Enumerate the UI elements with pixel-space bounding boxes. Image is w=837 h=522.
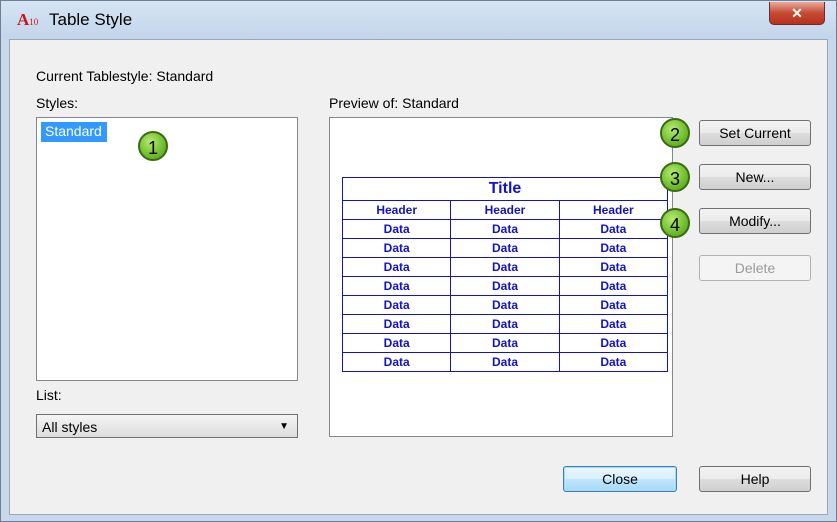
preview-table-cell: Data bbox=[558, 238, 669, 258]
styles-label: Styles: bbox=[36, 95, 79, 111]
close-window-button[interactable]: ✕ bbox=[769, 2, 825, 25]
preview-table-cell: Data bbox=[450, 219, 560, 239]
preview-table: Title Header Header Header Data Data Data D… bbox=[341, 177, 669, 372]
preview-table-row: Data Data Data bbox=[341, 219, 669, 239]
preview-table-cell: Data bbox=[558, 219, 669, 239]
callout-marker-3: 3 bbox=[660, 162, 690, 192]
preview-table-cell: Data bbox=[450, 314, 560, 334]
preview-table-cell: Data bbox=[450, 333, 560, 353]
new-button[interactable]: New... bbox=[699, 164, 811, 190]
window-title: Table Style bbox=[49, 10, 133, 29]
preview-table-cell: Data bbox=[450, 276, 560, 296]
preview-table-cell: Data bbox=[450, 257, 560, 277]
list-filter-value: All styles bbox=[42, 419, 98, 435]
title-bar[interactable]: A10 Table Style ✕ bbox=[1, 1, 836, 39]
preview-label: Preview of: Standard bbox=[329, 95, 459, 111]
preview-table-row: Data Data Data bbox=[341, 314, 669, 334]
preview-table-header: Header bbox=[341, 200, 452, 220]
preview-pane: Title Header Header Header Data Data Data D… bbox=[329, 117, 673, 437]
autocad-icon: A10 bbox=[17, 10, 39, 29]
table-style-dialog: A10 Table Style ✕ Current Tablestyle: St… bbox=[0, 0, 837, 522]
preview-table-cell: Data bbox=[341, 219, 452, 239]
preview-table-cell: Data bbox=[558, 352, 669, 372]
preview-table-cell: Data bbox=[341, 314, 452, 334]
preview-table-cell: Data bbox=[450, 352, 560, 372]
chevron-down-icon: ▼ bbox=[279, 421, 289, 432]
preview-table-row: Data Data Data bbox=[341, 257, 669, 277]
preview-table-row: Data Data Data bbox=[341, 276, 669, 296]
preview-table-header: Header bbox=[450, 200, 560, 220]
callout-marker-4: 4 bbox=[660, 208, 690, 238]
preview-table-cell: Data bbox=[558, 314, 669, 334]
preview-table-cell: Data bbox=[450, 295, 560, 315]
preview-table-row: Data Data Data bbox=[341, 333, 669, 353]
preview-table-cell: Data bbox=[558, 276, 669, 296]
preview-table-cell: Data bbox=[341, 352, 452, 372]
preview-table-cell: Data bbox=[450, 238, 560, 258]
preview-table-cell: Data bbox=[341, 238, 452, 258]
list-filter-select[interactable]: All styles ▼ bbox=[36, 414, 298, 438]
list-label: List: bbox=[36, 387, 62, 403]
callout-marker-2: 2 bbox=[660, 118, 690, 148]
current-style-label: Current Tablestyle: Standard bbox=[36, 68, 214, 84]
preview-table-cell: Data bbox=[558, 257, 669, 277]
callout-marker-1: 1 bbox=[138, 131, 168, 161]
preview-table-row: Data Data Data bbox=[341, 352, 669, 372]
preview-table-cell: Data bbox=[341, 257, 452, 277]
close-icon: ✕ bbox=[791, 5, 803, 21]
preview-table-cell: Data bbox=[341, 333, 452, 353]
list-item-standard[interactable]: Standard bbox=[41, 122, 107, 142]
preview-table-row: Data Data Data bbox=[341, 238, 669, 258]
styles-list[interactable]: Standard bbox=[36, 117, 298, 381]
preview-table-header: Header bbox=[558, 200, 669, 220]
preview-table-row: Data Data Data bbox=[341, 295, 669, 315]
help-button[interactable]: Help bbox=[699, 466, 811, 492]
preview-table-cell: Data bbox=[558, 333, 669, 353]
preview-table-cell: Data bbox=[341, 295, 452, 315]
modify-button[interactable]: Modify... bbox=[699, 208, 811, 234]
preview-table-title: Title bbox=[342, 177, 668, 201]
set-current-button[interactable]: Set Current bbox=[699, 120, 811, 146]
preview-table-cell: Data bbox=[341, 276, 452, 296]
preview-table-cell: Data bbox=[558, 295, 669, 315]
delete-button: Delete bbox=[699, 255, 811, 281]
close-button[interactable]: Close bbox=[563, 466, 677, 492]
